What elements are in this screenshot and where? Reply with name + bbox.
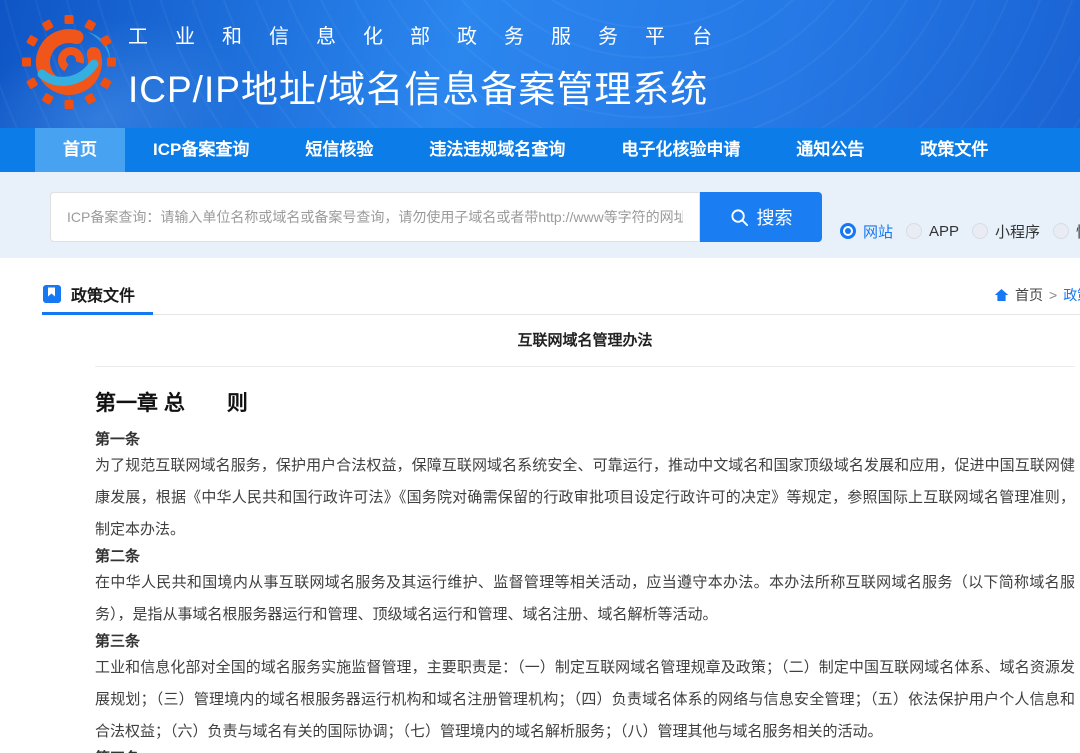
- policy-article: 互联网域名管理办法 第一章 总 则 第一条 为了规范互联网域名服务，保护用户合法…: [95, 315, 1075, 753]
- chapter-heading: 第一章 总 则: [95, 391, 1075, 417]
- clause-heading: 第一条: [95, 431, 1075, 448]
- tab-label: 政策文件: [71, 282, 135, 306]
- search-button-label: 搜索: [757, 204, 793, 230]
- clause-body: 在中华人民共和国境内从事互联网域名服务及其运行维护、监督管理等相关活动，应当遵守…: [95, 567, 1075, 631]
- breadcrumb-separator: >: [1049, 287, 1057, 303]
- search-input[interactable]: [50, 192, 700, 242]
- clause-2: 第二条 在中华人民共和国境内从事互联网域名服务及其运行维护、监督管理等相关活动，…: [95, 548, 1075, 631]
- nav-item-illegal-domain-query[interactable]: 违法违规域名查询: [401, 128, 593, 172]
- book-icon: [42, 284, 62, 304]
- nav-item-e-verify-apply[interactable]: 电子化核验申请: [593, 128, 768, 172]
- radio-mini-program[interactable]: 小程序: [972, 221, 1040, 242]
- radio-quick-app[interactable]: 快应用: [1053, 221, 1080, 242]
- clause-1: 第一条 为了规范互联网域名服务，保护用户合法权益，保障互联网域名系统安全、可靠运…: [95, 431, 1075, 546]
- clause-body: 工业和信息化部对全国的域名服务实施监督管理，主要职责是：（一）制定互联网域名管理…: [95, 652, 1075, 748]
- magnifier-icon: [730, 208, 749, 227]
- clause-3: 第三条 工业和信息化部对全国的域名服务实施监督管理，主要职责是：（一）制定互联网…: [95, 633, 1075, 748]
- tab-policy-files[interactable]: 政策文件: [42, 275, 153, 315]
- platform-title: 工业和信息化部政务服务平台: [128, 20, 739, 49]
- nav-item-sms-verify[interactable]: 短信核验: [277, 128, 401, 172]
- breadcrumb: 首页 > 政策文件: [994, 285, 1080, 305]
- nav-item-notices[interactable]: 通知公告: [768, 128, 892, 172]
- breadcrumb-home[interactable]: 首页: [1015, 285, 1043, 305]
- nav-item-icp-query[interactable]: ICP备案查询: [125, 128, 277, 172]
- system-title: ICP/IP地址/域名信息备案管理系统: [128, 59, 739, 113]
- radio-dot-icon: [972, 223, 988, 239]
- search-section: 搜索 网站 APP 小程序 快应用: [0, 172, 1080, 258]
- site-header: 工业和信息化部政务服务平台 ICP/IP地址/域名信息备案管理系统: [0, 0, 1080, 128]
- miit-logo-icon[interactable]: [22, 8, 122, 116]
- breadcrumb-current: 政策文件: [1063, 285, 1080, 305]
- radio-dot-icon: [840, 223, 856, 239]
- section-tab-row: 政策文件 首页 > 政策文件: [42, 275, 1080, 315]
- search-type-group: 网站 APP 小程序 快应用: [840, 220, 1080, 242]
- home-icon: [994, 288, 1009, 302]
- radio-dot-icon: [1053, 223, 1069, 239]
- clause-body: 为了规范互联网域名服务，保护用户合法权益，保障互联网域名系统安全、可靠运行，推动…: [95, 450, 1075, 546]
- article-title: 互联网域名管理办法: [95, 315, 1075, 367]
- search-button[interactable]: 搜索: [700, 192, 822, 242]
- nav-item-home[interactable]: 首页: [35, 128, 125, 172]
- radio-app[interactable]: APP: [906, 223, 959, 240]
- clause-heading: 第二条: [95, 548, 1075, 565]
- main-nav: 首页 ICP备案查询 短信核验 违法违规域名查询 电子化核验申请 通知公告 政策…: [0, 128, 1080, 172]
- radio-dot-icon: [906, 223, 922, 239]
- nav-item-policy-files[interactable]: 政策文件: [892, 128, 1016, 172]
- radio-website[interactable]: 网站: [840, 221, 893, 242]
- clause-heading: 第三条: [95, 633, 1075, 650]
